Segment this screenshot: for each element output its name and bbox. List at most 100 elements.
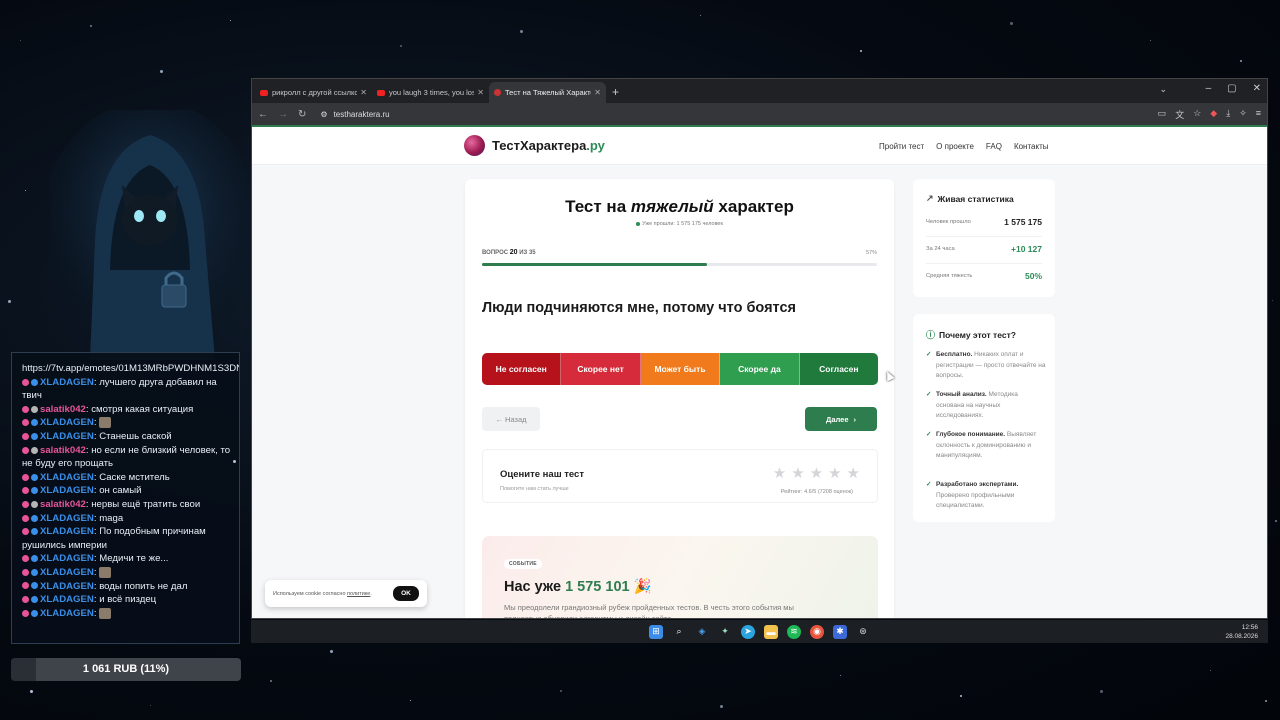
spotify-icon[interactable]: ≋ [787, 624, 801, 639]
answer-scale: Не согласен Скорее нет Может быть Скорее да… [482, 353, 878, 385]
star [90, 25, 92, 27]
chat-username[interactable]: XLADAGEN [40, 485, 94, 496]
answer-option[interactable]: Может быть [640, 353, 721, 385]
app-blue-icon[interactable]: ✱ [833, 624, 847, 639]
chat-username[interactable]: XLADAGEN [40, 567, 94, 578]
trend-up-icon: ↗ [926, 193, 934, 203]
star-icon[interactable]: ★ [791, 464, 804, 482]
cookie-ok-button[interactable]: OK [393, 586, 419, 601]
answer-option[interactable]: Не согласен [482, 353, 562, 385]
reload-icon[interactable]: ↻ [298, 109, 306, 120]
star [1150, 40, 1151, 41]
star [960, 695, 962, 697]
chat-username[interactable]: XLADAGEN [40, 608, 94, 619]
nav-link[interactable]: Пройти тест [879, 142, 924, 151]
back-button[interactable]: ← Назад [482, 407, 540, 431]
chat-message: XLADAGEN: [22, 416, 231, 430]
chat-username[interactable]: XLADAGEN [40, 526, 94, 537]
heart-badge-icon [22, 609, 29, 617]
stat-divider [926, 263, 1042, 264]
chat-message: salatik042: нервы ещё тратить свои [22, 498, 231, 512]
browser-tab[interactable]: Тест на Тяжелый Характер Онлайн✕ [489, 82, 606, 103]
close-tab-icon[interactable]: ✕ [594, 88, 601, 97]
forward-arrow-icon[interactable]: → [278, 109, 288, 120]
chat-username[interactable]: salatik042 [40, 499, 86, 510]
vscode-icon[interactable]: ◈ [695, 625, 709, 639]
chat-username[interactable]: XLADAGEN [40, 581, 94, 592]
browser-tab[interactable]: рикролл с другой ссылкой - YouTube✕ [255, 82, 372, 103]
site-logo[interactable]: ТестХарактера.ру [464, 135, 605, 156]
heart-badge-icon [22, 432, 29, 440]
back-arrow-icon[interactable]: ← [258, 109, 268, 120]
address-bar[interactable]: ⚙ testharaktera.ru [320, 110, 1147, 119]
windows-start-icon[interactable]: ⊞ [649, 624, 663, 639]
chat-username[interactable]: XLADAGEN [40, 377, 94, 388]
star-icon[interactable]: ★ [773, 464, 786, 482]
nav-link[interactable]: FAQ [986, 142, 1002, 151]
install-app-icon[interactable]: ▭ [1158, 108, 1167, 121]
chat-username[interactable]: XLADAGEN [40, 417, 94, 428]
answer-option[interactable]: Скорее нет [561, 353, 641, 385]
close-window-icon[interactable]: ✕ [1253, 83, 1261, 94]
star-icon[interactable]: ★ [828, 464, 841, 482]
donation-goal-bar: 1 061 RUB (11%) [11, 658, 241, 681]
page-viewport: ТестХарактера.ру Пройти тест О проекте FAQ… [252, 125, 1267, 619]
chat-text: смотря какая ситуация [91, 403, 194, 415]
os-taskbar: ⊞ ⌕ ◈ ✦ ➤ ▬ ≋ ◉ ✱ ⊛ 12:56 28.08.2026 [251, 620, 1268, 643]
event-text: Мы преодолели грандиозный рубеж пройденн… [504, 603, 794, 619]
site-info-icon[interactable]: ⚙ [320, 110, 327, 119]
chat-emote-icon [99, 566, 112, 578]
bookmark-star-icon[interactable]: ☆ [1193, 108, 1201, 121]
answer-option[interactable]: Согласен [799, 353, 878, 385]
chat-username[interactable]: XLADAGEN [40, 513, 94, 524]
minimize-icon[interactable]: – [1206, 83, 1212, 94]
site-header: ТестХарактера.ру Пройти тест О проекте FAQ… [252, 127, 1267, 165]
chat-username[interactable]: salatik042 [40, 445, 86, 456]
file-explorer-icon[interactable]: ▬ [764, 624, 778, 639]
star [1265, 700, 1267, 702]
translate-icon[interactable]: 文 [1175, 108, 1184, 121]
extension-icon[interactable]: ◆ [1210, 108, 1217, 121]
chat-text: и всё пиздец [99, 594, 157, 606]
chat-username[interactable]: XLADAGEN [40, 431, 94, 442]
chat-message: XLADAGEN: По подобным причинам рушились … [22, 525, 231, 552]
firefox-icon[interactable]: ◉ [810, 624, 824, 639]
tab-title: рикролл с другой ссылкой - YouTube [272, 88, 357, 97]
chat-message: XLADAGEN: [22, 566, 231, 580]
tab-search-icon[interactable]: ⌄ [1159, 84, 1167, 95]
chat-username[interactable]: XLADAGEN [40, 472, 94, 483]
why-item-bold: Бесплатно. [936, 351, 973, 358]
maximize-icon[interactable]: ▢ [1227, 83, 1236, 94]
star [270, 680, 272, 682]
heart-badge-icon [22, 419, 29, 427]
download-icon[interactable]: ⤓ [1226, 108, 1230, 121]
nav-link[interactable]: Контакты [1014, 142, 1049, 151]
nav-link[interactable]: О проекте [936, 142, 974, 151]
chat-username[interactable]: salatik042 [40, 404, 86, 415]
star-icon[interactable]: ★ [847, 464, 860, 482]
star [400, 45, 402, 47]
sub-badge-icon [31, 419, 38, 427]
close-tab-icon[interactable]: ✕ [477, 88, 484, 97]
stat-row: Средняя тяжесть 50% [926, 271, 1042, 281]
stat-divider [926, 236, 1042, 237]
extensions-puzzle-icon[interactable]: ✧ [1239, 108, 1247, 121]
star-icon[interactable]: ★ [810, 464, 823, 482]
stat-label: За 24 часа [926, 246, 955, 252]
cookie-policy-link[interactable]: политике [347, 591, 370, 597]
chrome-icon[interactable]: ⊛ [856, 625, 870, 639]
menu-icon[interactable]: ≡ [1256, 108, 1261, 121]
new-tab-button[interactable]: + [606, 85, 625, 103]
event-tag: СОБЫТИЕ [504, 559, 542, 569]
next-button[interactable]: Далее › [805, 407, 877, 431]
browser-tab[interactable]: you laugh 3 times, you lose - YouTube✕ [372, 82, 489, 103]
close-tab-icon[interactable]: ✕ [360, 88, 367, 97]
site-nav: Пройти тест О проекте FAQ Контакты [879, 142, 1049, 151]
chat-username[interactable]: XLADAGEN [40, 553, 94, 564]
telegram-icon[interactable]: ➤ [741, 624, 755, 639]
chat-username[interactable]: XLADAGEN [40, 594, 94, 605]
answer-option[interactable]: Скорее да [720, 353, 800, 385]
search-icon[interactable]: ⌕ [672, 625, 686, 639]
star [860, 50, 862, 52]
app-icon[interactable]: ✦ [718, 625, 732, 639]
